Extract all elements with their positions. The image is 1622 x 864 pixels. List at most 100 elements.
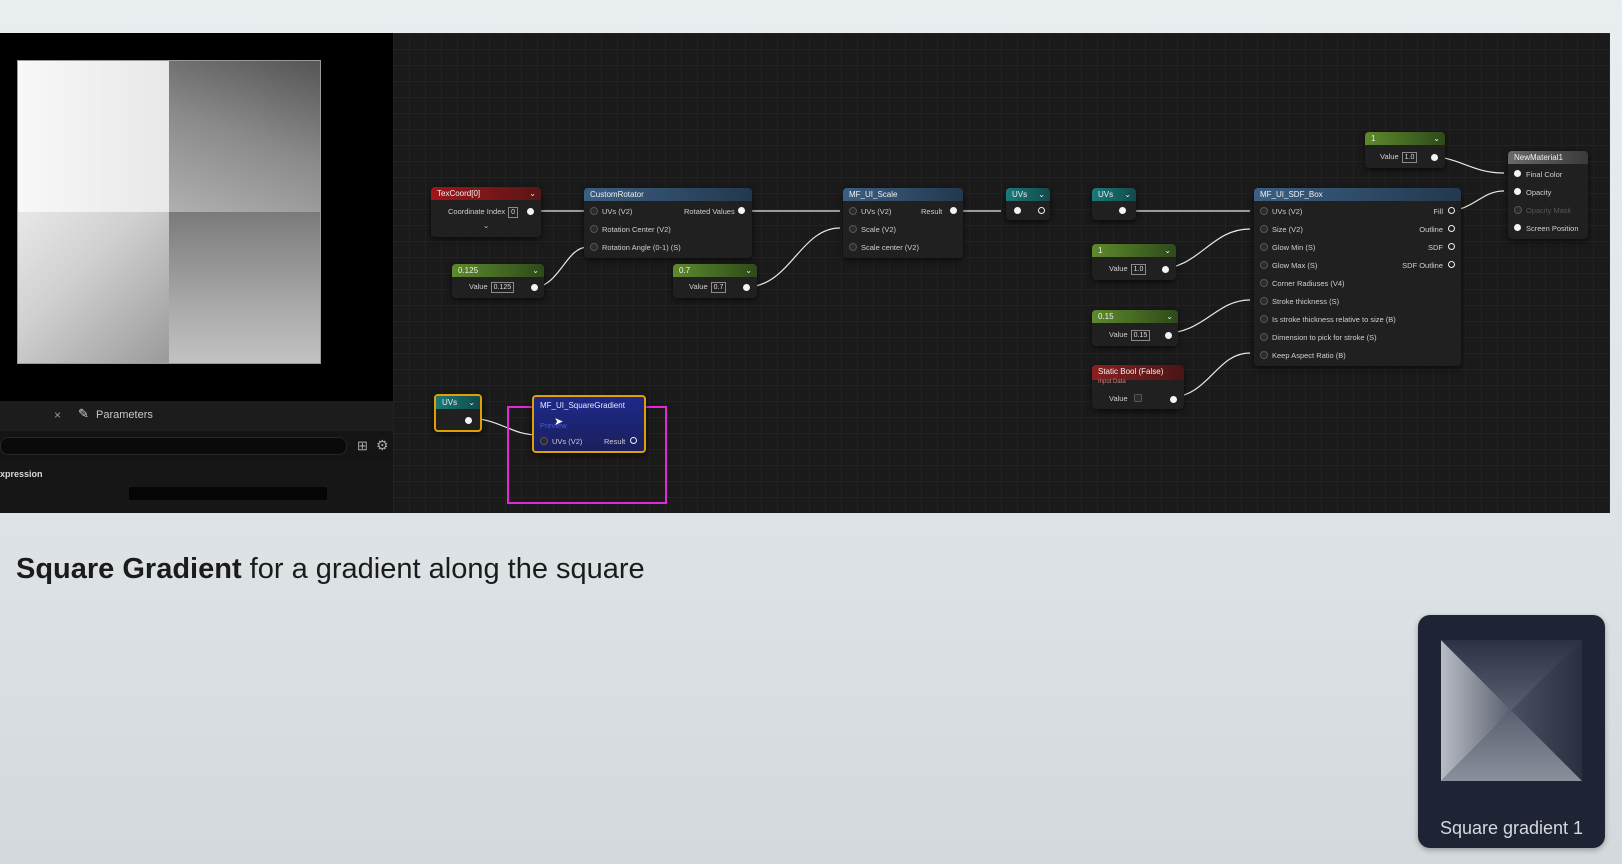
uvs-input-node[interactable]: UVs ⌄ (434, 394, 482, 432)
value-field[interactable]: 0.15 (1130, 330, 1151, 341)
input-label: Corner Radiuses (V4) (1272, 279, 1345, 288)
thumbnail-label: Square gradient 1 (1439, 818, 1584, 838)
output-pin[interactable] (1431, 154, 1438, 161)
input-pin[interactable] (1260, 225, 1268, 233)
constant-015-node[interactable]: 0.15 ⌄ Value 0.15 (1092, 310, 1178, 346)
uvs-reroute-node[interactable]: UVs ⌄ (1092, 188, 1136, 220)
input-pin[interactable] (1514, 224, 1521, 231)
value-label: Value (1380, 152, 1399, 161)
value-field[interactable]: 1.0 (1401, 152, 1418, 163)
value-checkbox[interactable] (1134, 394, 1142, 402)
input-pin[interactable] (1260, 261, 1268, 269)
grid-view-icon[interactable]: ⊞ (357, 438, 368, 454)
node-subtitle: Input Data (1098, 379, 1126, 385)
chevron-down-icon[interactable]: ⌄ (1164, 244, 1171, 257)
input-pin[interactable] (1014, 207, 1021, 214)
chevron-down-icon[interactable]: ⌄ (468, 396, 475, 409)
mouse-cursor-icon: ➤ (554, 416, 564, 428)
input-pin[interactable] (590, 225, 598, 233)
parameters-tab-bar: × ✎ Parameters (0, 401, 393, 431)
output-pin[interactable] (1448, 261, 1455, 268)
texcoord-node[interactable]: TexCoord[0] ⌄ Coordinate Index 0 ⌄ (431, 187, 541, 237)
value-field[interactable]: 0.7 (710, 282, 727, 293)
input-pin[interactable] (590, 207, 598, 215)
input-pin[interactable] (1260, 297, 1268, 305)
uvs-reroute-node[interactable]: UVs ⌄ (1006, 188, 1050, 220)
output-pin[interactable] (527, 208, 534, 215)
node-title: TexCoord[0] (437, 189, 481, 198)
input-pin[interactable] (1514, 170, 1521, 177)
new-material-node[interactable]: NewMaterial1 Final Color Opacity Opacity M… (1508, 151, 1588, 239)
output-pin[interactable] (1038, 207, 1045, 214)
constant-0125-node[interactable]: 0.125 ⌄ Value 0.125 (452, 264, 544, 298)
output-pin[interactable] (531, 284, 538, 291)
input-pin[interactable] (1260, 207, 1268, 215)
close-icon[interactable]: × (54, 408, 61, 422)
output-pin[interactable] (1165, 332, 1172, 339)
thumbnail-card[interactable]: Square gradient 1 (1418, 615, 1605, 848)
input-pin[interactable] (1514, 206, 1522, 214)
input-pin[interactable] (1260, 279, 1268, 287)
output-pin[interactable] (1119, 207, 1126, 214)
mf-ui-sdf-box-node[interactable]: MF_UI_SDF_Box UVs (V2) Size (V2) Glow Min … (1254, 188, 1461, 366)
chevron-down-icon[interactable]: ⌄ (1166, 310, 1173, 323)
output-pin[interactable] (1448, 207, 1455, 214)
constant-07-node[interactable]: 0.7 ⌄ Value 0.7 (673, 264, 757, 298)
tab-parameters[interactable]: Parameters (96, 409, 153, 421)
chevron-down-icon[interactable]: ⌄ (529, 187, 536, 200)
preview-viewport[interactable] (0, 33, 393, 401)
value-field[interactable]: 0.125 (490, 282, 515, 293)
coordinate-index-field[interactable]: 0 (508, 207, 519, 218)
node-title: CustomRotator (590, 190, 644, 199)
coordinate-index-label: Coordinate Index (448, 207, 506, 216)
mf-ui-square-gradient-node[interactable]: MF_UI_SquareGradient Preview UVs (V2) Re… (532, 395, 646, 453)
input-pin[interactable] (1260, 333, 1268, 341)
output-label: SDF Outline (1402, 261, 1443, 270)
node-title: UVs (442, 398, 458, 407)
input-label: Size (V2) (1272, 225, 1303, 234)
input-scale-center-label: Scale center (V2) (861, 243, 919, 252)
output-pin[interactable] (630, 437, 637, 444)
chevron-down-icon[interactable]: ⌄ (745, 264, 752, 277)
gear-icon[interactable]: ⚙ (376, 437, 389, 454)
input-pin[interactable] (849, 207, 857, 215)
custom-rotator-node[interactable]: CustomRotator UVs (V2) Rotated Values Ro… (584, 188, 752, 258)
search-input[interactable] (0, 437, 347, 455)
node-title: 1 (1098, 246, 1103, 255)
value-label: Value (1109, 394, 1128, 403)
input-pin[interactable] (590, 243, 598, 251)
node-title: 0.7 (679, 266, 691, 275)
input-uvs-label: UVs (V2) (552, 437, 583, 446)
output-pin[interactable] (1448, 243, 1455, 250)
input-pin[interactable] (1514, 188, 1521, 195)
input-pin[interactable] (540, 437, 548, 445)
chevron-down-icon[interactable]: ⌄ (1124, 188, 1131, 201)
node-title: MF_UI_Scale (849, 190, 898, 199)
input-pin[interactable] (849, 243, 857, 251)
node-title: NewMaterial1 (1514, 153, 1563, 162)
chevron-down-icon[interactable]: ⌄ (1038, 188, 1045, 201)
output-pin[interactable] (1448, 225, 1455, 232)
node-title: UVs (1098, 190, 1114, 199)
constant-top-node[interactable]: 1 ⌄ Value 1.0 (1365, 132, 1445, 168)
constant-1-node[interactable]: 1 ⌄ Value 1.0 (1092, 244, 1176, 280)
chevron-down-icon[interactable]: ⌄ (1433, 132, 1440, 145)
node-title: Static Bool (False) (1098, 367, 1164, 376)
output-pin[interactable] (950, 207, 957, 214)
mf-ui-scale-node[interactable]: MF_UI_Scale UVs (V2) Result Scale (V2) S… (843, 188, 963, 258)
output-pin[interactable] (465, 417, 472, 424)
input-pin[interactable] (1260, 351, 1268, 359)
value-field[interactable]: 1.0 (1130, 264, 1147, 275)
input-pin[interactable] (1260, 243, 1268, 251)
static-bool-node[interactable]: Static Bool (False) Input Data Value (1092, 365, 1184, 409)
output-pin[interactable] (1170, 396, 1177, 403)
output-pin[interactable] (1162, 266, 1169, 273)
caption-text: for a gradient along the square (241, 553, 645, 585)
input-pin[interactable] (1260, 315, 1268, 323)
chevron-down-icon[interactable]: ⌄ (483, 221, 489, 230)
chevron-down-icon[interactable]: ⌄ (532, 264, 539, 277)
expression-field[interactable] (129, 487, 327, 500)
input-pin[interactable] (849, 225, 857, 233)
output-pin[interactable] (738, 207, 745, 214)
output-pin[interactable] (743, 284, 750, 291)
